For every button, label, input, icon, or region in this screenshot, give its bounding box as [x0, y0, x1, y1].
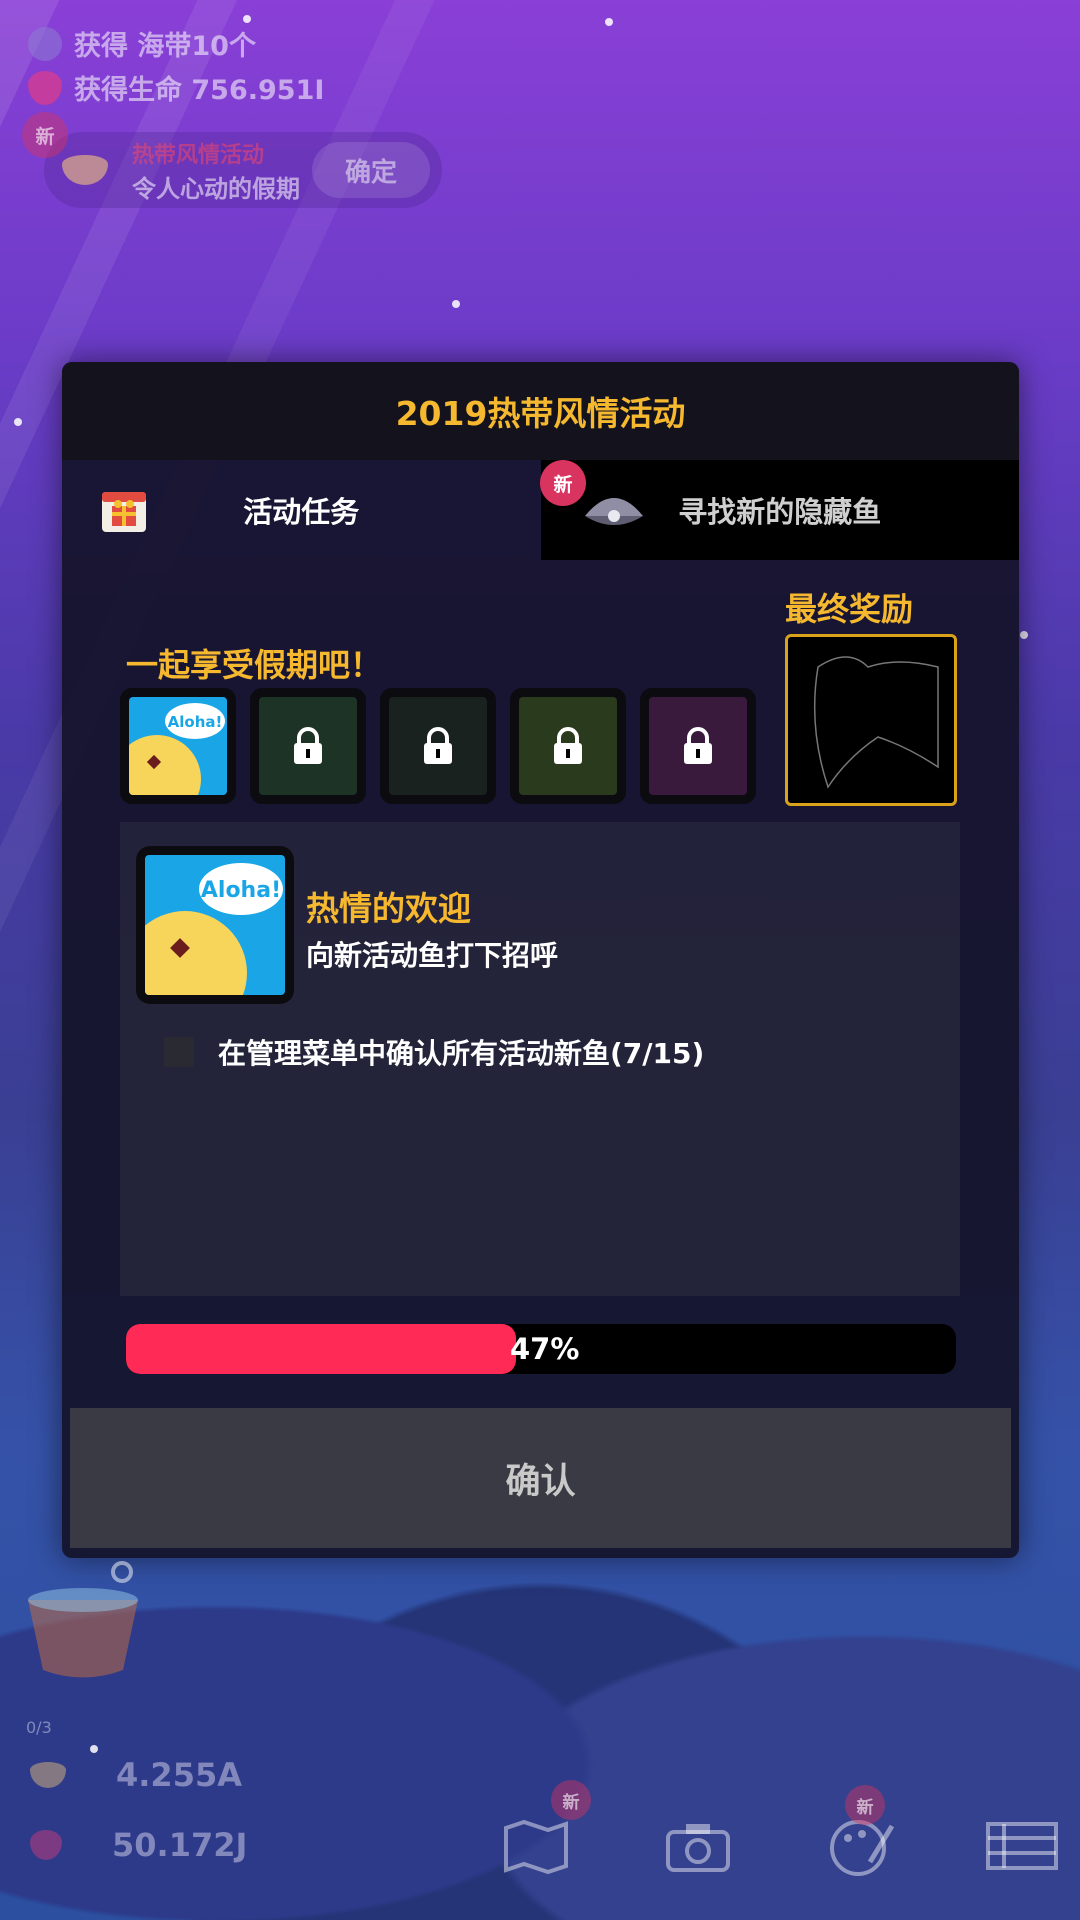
toast-subtitle: 令人心动的假期 [132, 174, 300, 203]
sparkle [14, 418, 22, 426]
new-badge: 新 [845, 1785, 885, 1825]
quest-title: 热情的欢迎 [306, 889, 471, 928]
notification-seaweed: 获得 海带10个 [28, 24, 256, 63]
hidden-fish-silhouette [813, 656, 939, 789]
notification-text: 获得 海带10个 [74, 31, 256, 62]
final-reward-label: 最终奖励 [785, 590, 914, 628]
nav-map[interactable] [500, 1816, 572, 1876]
aloha-bubble-text: Aloha! [168, 713, 223, 731]
banana-counter: 4.255A [30, 1756, 242, 1794]
quest-detail-thumb: Aloha! [136, 846, 294, 1004]
task-row: 在管理菜单中确认所有活动新鱼(7/15) [164, 1032, 704, 1072]
lock-icon [684, 727, 712, 764]
section-title: 一起享受假期吧！ [126, 646, 383, 684]
final-reward-box[interactable] [785, 634, 957, 806]
aloha-fish-icon: Aloha! [129, 703, 225, 795]
confirm-button[interactable]: 确认 [70, 1408, 1011, 1548]
dialog-title: 2019热带风情活动 [62, 362, 1019, 460]
lock-icon [554, 727, 582, 764]
quest-thumb-aloha[interactable]: Aloha! [120, 688, 236, 804]
new-badge: 新 [551, 1780, 591, 1820]
new-badge: 新 [22, 112, 68, 158]
toast-ok-button[interactable]: 确定 [312, 142, 430, 198]
quest-thumb-locked[interactable] [510, 688, 626, 804]
toast-title: 热带风情活动 [132, 142, 265, 168]
nav-palette[interactable] [824, 1816, 896, 1876]
map-icon [504, 1819, 568, 1875]
tab-find-hidden-fish[interactable]: 寻找新的隐藏鱼 [540, 460, 1019, 560]
banana-icon [62, 155, 108, 185]
heart-icon [28, 70, 62, 105]
sparkle [605, 18, 613, 26]
clam-shell-icon [584, 498, 643, 525]
notification-text: 获得生命 756.951I [74, 75, 325, 106]
tab-bar: 活动任务 寻找新的隐藏鱼 新 [62, 460, 1019, 560]
quest-thumb-locked[interactable] [380, 688, 496, 804]
event-toast: 热带风情活动 令人心动的假期 确定 [44, 132, 442, 208]
tab-label: 寻找新的隐藏鱼 [678, 495, 882, 529]
lock-icon [294, 727, 322, 764]
banana-value: 4.255A [116, 1756, 242, 1794]
heart-icon [30, 1830, 62, 1860]
bottom-nav [500, 1816, 1058, 1876]
banana-icon [30, 1762, 66, 1788]
progress-label: 47% [510, 1332, 580, 1366]
bucket-icon[interactable] [18, 1560, 148, 1690]
progress-fill [126, 1324, 517, 1374]
bucket-count: 0/3 [26, 1718, 52, 1737]
new-badge: 新 [540, 460, 586, 506]
nav-menu[interactable] [986, 1816, 1058, 1876]
list-menu-icon [986, 1822, 1058, 1870]
heart-counter: 50.172J [30, 1826, 247, 1864]
tab-label: 活动任务 [243, 495, 360, 529]
aloha-bubble-text: Aloha! [201, 878, 281, 903]
lock-icon [424, 727, 452, 764]
palette-icon [830, 1820, 895, 1876]
quest-thumbnails: Aloha! [120, 688, 756, 804]
tab-event-tasks[interactable]: 活动任务 [62, 460, 541, 560]
aloha-fish-icon: Aloha! [145, 863, 283, 995]
progress-bar: 47% [126, 1324, 956, 1374]
sparkle [243, 15, 251, 23]
notification-life: 获得生命 756.951I [28, 68, 324, 107]
quest-description: 向新活动鱼打下招呼 [306, 939, 559, 972]
task-checkbox [164, 1037, 194, 1067]
sparkle [452, 300, 460, 308]
quest-thumb-locked[interactable] [640, 688, 756, 804]
sparkle [90, 1745, 98, 1753]
sparkle [1020, 631, 1028, 639]
heart-value: 50.172J [112, 1826, 248, 1864]
event-dialog: 2019热带风情活动 活动任务 寻找新的隐藏鱼 新 最终奖励 一起享受假期吧！ … [62, 362, 1019, 1558]
nav-camera[interactable] [662, 1816, 734, 1876]
quest-detail-card: Aloha! 热情的欢迎 向新活动鱼打下招呼 在管理菜单中确认所有活动新鱼(7/… [120, 822, 960, 1296]
quest-thumb-locked[interactable] [250, 688, 366, 804]
camera-icon [666, 1824, 730, 1872]
seaweed-icon [28, 26, 62, 61]
gift-calendar-icon [102, 492, 146, 532]
task-text: 在管理菜单中确认所有活动新鱼(7/15) [218, 1037, 705, 1070]
